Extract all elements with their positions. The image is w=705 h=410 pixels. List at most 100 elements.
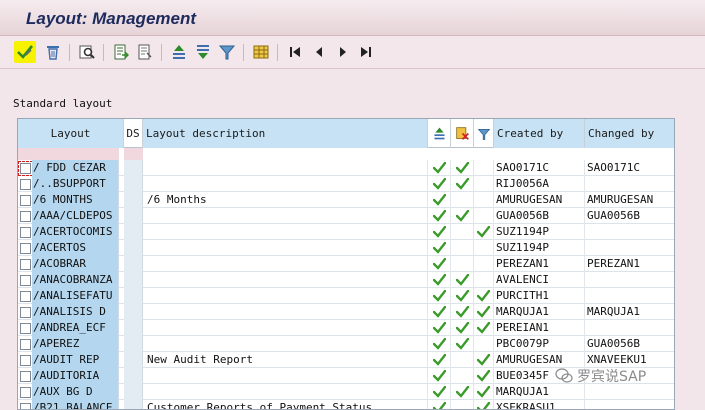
column-header-layout[interactable]: Layout xyxy=(18,119,124,148)
check-icon xyxy=(428,160,451,176)
table-row[interactable]: /APEREZ PBC0079P GUA0056B xyxy=(18,336,674,352)
layout-cell[interactable]: /ANALISEFATU xyxy=(32,288,119,304)
ds-cell xyxy=(124,368,143,384)
choose-icon[interactable] xyxy=(14,41,36,63)
table-row[interactable]: /ACOBRAR PEREZAN1 PEREZAN1 xyxy=(18,256,674,272)
table-row[interactable]: /ANALISEFATU PURCITH1 xyxy=(18,288,674,304)
row-select-checkbox[interactable] xyxy=(18,400,32,409)
description-cell xyxy=(143,208,428,224)
row-select-checkbox[interactable] xyxy=(18,368,32,384)
layout-cell[interactable]: /6 MONTHS xyxy=(32,192,119,208)
description-cell xyxy=(143,272,428,288)
first-page-icon[interactable] xyxy=(284,41,306,63)
table-row[interactable]: /AUX BG D MARQUJA1 xyxy=(18,384,674,400)
layout-cell[interactable]: /..BSUPPORT xyxy=(32,176,119,192)
import-icon[interactable] xyxy=(134,41,156,63)
filter-column-icon[interactable] xyxy=(474,119,494,148)
table-row[interactable]: /ACERTOS SUZ1194P xyxy=(18,240,674,256)
created-by-cell: SUZ1194P xyxy=(494,240,585,256)
layout-cell[interactable]: /ACERTOS xyxy=(32,240,119,256)
standard-layout-label: Standard layout xyxy=(13,97,113,110)
layout-cell[interactable]: /AUDITORIA xyxy=(32,368,119,384)
description-cell: New Audit Report xyxy=(143,352,428,368)
layout-cell[interactable]: /ANDREA_ECF xyxy=(32,320,119,336)
layout-cell[interactable]: /AAA/CLDEPOS xyxy=(32,208,119,224)
row-select-checkbox[interactable] xyxy=(18,288,32,304)
empty-cell xyxy=(451,368,474,384)
table-row[interactable]: /ACERTOCOMIS SUZ1194P xyxy=(18,224,674,240)
created-by-cell: MARQUJA1 xyxy=(494,304,585,320)
check-icon xyxy=(451,336,474,352)
created-by-cell: SUZ1194P xyxy=(494,224,585,240)
sort-icon[interactable] xyxy=(428,119,451,148)
sort-descending-icon[interactable] xyxy=(192,41,214,63)
filter-icon[interactable] xyxy=(216,41,238,63)
ds-cell xyxy=(124,336,143,352)
layout-cell[interactable]: /ACERTOCOMIS xyxy=(32,224,119,240)
find-icon[interactable] xyxy=(76,41,98,63)
row-select-checkbox[interactable] xyxy=(18,208,32,224)
filter-row xyxy=(18,148,674,160)
last-page-icon[interactable] xyxy=(355,41,377,63)
row-select-checkbox[interactable] xyxy=(18,256,32,272)
check-icon xyxy=(474,368,494,384)
check-icon xyxy=(451,272,474,288)
row-select-checkbox[interactable] xyxy=(18,352,32,368)
row-select-checkbox[interactable] xyxy=(18,304,32,320)
layout-cell[interactable]: /ACOBRAR xyxy=(32,256,119,272)
row-select-checkbox[interactable] xyxy=(18,320,32,336)
table-row[interactable]: /ANALISIS D MARQUJA1 MARQUJA1 xyxy=(18,304,674,320)
export-icon[interactable] xyxy=(110,41,132,63)
sort-ascending-icon[interactable] xyxy=(168,41,190,63)
table-row[interactable]: /6 MONTHS/6 Months AMURUGESAN AMURUGESAN xyxy=(18,192,674,208)
layout-cell[interactable]: /AUX BG D xyxy=(32,384,119,400)
layout-cell[interactable]: /ANACOBRANZA xyxy=(32,272,119,288)
check-icon xyxy=(451,320,474,336)
user-specific-icon[interactable] xyxy=(451,119,474,148)
empty-cell xyxy=(451,256,474,272)
row-select-checkbox[interactable] xyxy=(18,384,32,400)
table-row[interactable]: /AAA/CLDEPOS GUA0056B GUA0056B xyxy=(18,208,674,224)
empty-cell xyxy=(474,176,494,192)
row-select-checkbox[interactable] xyxy=(18,240,32,256)
table-row[interactable]: /ANACOBRANZA AVALENCI xyxy=(18,272,674,288)
row-select-checkbox[interactable] xyxy=(18,176,32,192)
column-header-description[interactable]: Layout description xyxy=(143,119,428,148)
next-page-icon[interactable] xyxy=(332,41,354,63)
empty-cell xyxy=(451,224,474,240)
column-header-created-by[interactable]: Created by xyxy=(494,119,585,148)
ds-cell xyxy=(124,208,143,224)
layout-cell[interactable]: /APEREZ xyxy=(32,336,119,352)
row-select-checkbox[interactable] xyxy=(18,272,32,288)
empty-cell xyxy=(451,192,474,208)
previous-page-icon[interactable] xyxy=(308,41,330,63)
check-icon xyxy=(428,320,451,336)
row-select-checkbox[interactable] xyxy=(18,192,32,208)
layout-cell[interactable]: /AUDIT REP xyxy=(32,352,119,368)
toolbar xyxy=(0,37,705,69)
check-icon xyxy=(428,384,451,400)
check-icon xyxy=(474,352,494,368)
page-title: Layout: Management xyxy=(26,9,197,28)
layout-grid-icon[interactable] xyxy=(250,41,272,63)
row-select-checkbox[interactable] xyxy=(18,224,32,240)
table-row[interactable]: /B21 BALANCE Customer Reports of Payment … xyxy=(18,400,674,409)
table-row[interactable]: /..BSUPPORT RIJ0056A xyxy=(18,176,674,192)
row-select-checkbox[interactable] xyxy=(18,336,32,352)
description-cell xyxy=(143,384,428,400)
check-icon xyxy=(428,368,451,384)
column-header-changed-by[interactable]: Changed by xyxy=(585,119,674,148)
row-select-checkbox[interactable] xyxy=(18,160,32,176)
column-header-ds[interactable]: DS xyxy=(124,119,143,148)
check-icon xyxy=(428,256,451,272)
layout-cell[interactable]: /B21 BALANCE xyxy=(32,400,119,409)
table-row[interactable]: / FDD CEZAR SAO0171C SAO0171C xyxy=(18,160,674,176)
table-row[interactable]: /ANDREA_ECF PEREIAN1 xyxy=(18,320,674,336)
layout-cell[interactable]: / FDD CEZAR xyxy=(32,160,119,176)
empty-cell xyxy=(474,336,494,352)
check-icon xyxy=(428,208,451,224)
delete-icon[interactable] xyxy=(42,41,64,63)
changed-by-cell xyxy=(585,384,674,400)
layout-cell[interactable]: /ANALISIS D xyxy=(32,304,119,320)
check-icon xyxy=(428,352,451,368)
